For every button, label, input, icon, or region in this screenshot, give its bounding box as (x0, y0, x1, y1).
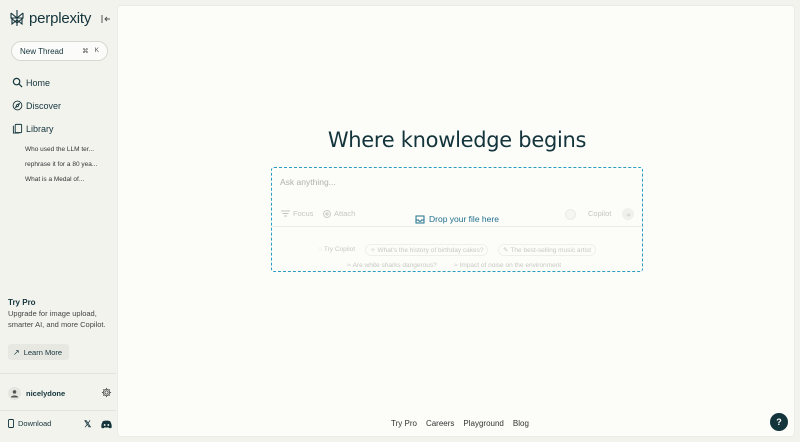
footer-link-try-pro[interactable]: Try Pro (391, 419, 417, 428)
compass-icon (12, 100, 23, 111)
page-title: Where knowledge begins (327, 128, 587, 152)
tray-icon (415, 215, 425, 223)
focus-button[interactable]: Focus (281, 209, 313, 218)
library-thread-item[interactable]: What is a Medal of... (25, 176, 84, 183)
library-icon (12, 123, 23, 134)
wave-icon: ≈ (347, 262, 351, 269)
footer-link-playground[interactable]: Playground (463, 419, 503, 428)
gear-icon[interactable] (101, 387, 112, 398)
copilot-toggle[interactable] (565, 209, 576, 220)
arrow-up-right-icon: ↗ (13, 347, 20, 357)
suggestion-label: Impact of noise on the environment (459, 262, 562, 269)
suggestion-chip[interactable]: ✎ The best-selling music artist (498, 244, 597, 256)
sparkle-icon: ✧ (370, 247, 376, 254)
learn-more-button[interactable]: ↗ Learn More (8, 344, 69, 360)
download-button[interactable]: Download (8, 419, 51, 428)
search-icon (12, 77, 23, 88)
sidebar-item-library[interactable]: Library (12, 123, 54, 134)
user-icon (10, 389, 19, 398)
suggestion-chip[interactable]: ◌ Try Copilot (318, 246, 355, 253)
perplexity-logo-icon (10, 10, 24, 26)
divider (0, 373, 116, 374)
footer-link-careers[interactable]: Careers (426, 419, 454, 428)
footer-link-blog[interactable]: Blog (513, 419, 529, 428)
attach-button[interactable]: Attach (323, 209, 355, 218)
divider (272, 226, 642, 227)
drop-file-label: Drop your file here (429, 214, 499, 224)
try-pro-title: Try Pro (8, 298, 36, 307)
new-thread-button[interactable]: New Thread ⌘ K (11, 41, 108, 61)
suggestion-label: The best-selling music artist (510, 246, 592, 254)
copilot-icon: ◌ (318, 246, 322, 253)
download-label: Download (18, 419, 52, 428)
shortcut-hint: ⌘ K (82, 47, 99, 55)
suggestion-label: What's the history of birthday cakes? (377, 246, 484, 254)
drop-file-hint: Drop your file here (415, 214, 499, 224)
library-thread-item[interactable]: rephrase it for a 80 yea... (25, 161, 97, 168)
try-pro-description: Upgrade for image upload, smarter AI, an… (8, 309, 106, 329)
suggestion-chip[interactable]: ≈ Impact of noise on the environment (454, 262, 561, 269)
brand-name: perplexity (29, 9, 92, 27)
x-twitter-icon[interactable]: 𝕏 (84, 419, 93, 429)
plus-circle-icon (323, 209, 331, 218)
search-box-dropzone[interactable]: Ask anything... Focus Attach Drop your f… (271, 167, 643, 272)
search-input[interactable]: Ask anything... (280, 177, 336, 187)
attach-label: Attach (334, 209, 356, 218)
discord-icon[interactable] (101, 420, 112, 429)
sidebar-item-label: Discover (26, 100, 62, 111)
pencil-icon: ✎ (503, 247, 509, 254)
help-button[interactable]: ? (770, 413, 788, 431)
device-icon (8, 419, 14, 428)
learn-more-label: Learn More (23, 347, 63, 357)
username: nicelydone (26, 388, 66, 398)
sidebar-item-discover[interactable]: Discover (12, 100, 61, 111)
arrow-right-icon (626, 213, 631, 217)
try-pro-card: Try Pro Upgrade for image upload, smarte… (8, 298, 112, 330)
sidebar: perplexity New Thread ⌘ K Home Discover … (0, 0, 116, 442)
new-thread-label: New Thread (20, 46, 64, 56)
copilot-label: Copilot (588, 209, 612, 218)
collapse-sidebar-icon[interactable] (99, 12, 113, 26)
avatar (8, 386, 21, 400)
main-panel: Where knowledge begins Ask anything... F… (117, 5, 795, 437)
footer-links: Try Pro Careers Playground Blog (391, 419, 529, 428)
suggestion-chip[interactable]: ≈ Are white sharks dangerous? (347, 262, 437, 269)
suggestion-chip[interactable]: ✧ What's the history of birthday cakes? (365, 244, 489, 256)
shortcut-mod: ⌘ (82, 48, 89, 55)
library-thread-item[interactable]: Who used the LLM ter... (25, 146, 94, 153)
submit-button[interactable] (622, 208, 634, 220)
logo[interactable]: perplexity (9, 9, 91, 27)
sidebar-item-label: Home (26, 77, 51, 88)
shortcut-key: K (94, 47, 99, 54)
divider (0, 410, 116, 411)
filter-icon (281, 210, 290, 217)
focus-label: Focus (293, 209, 314, 218)
sidebar-item-label: Library (26, 123, 54, 134)
wave-icon: ≈ (454, 262, 458, 269)
sidebar-item-home[interactable]: Home (12, 77, 50, 88)
user-profile[interactable]: nicelydone (8, 384, 112, 402)
suggestion-label: Try Copilot (323, 246, 356, 253)
suggestion-label: Are white sharks dangerous? (352, 262, 437, 269)
